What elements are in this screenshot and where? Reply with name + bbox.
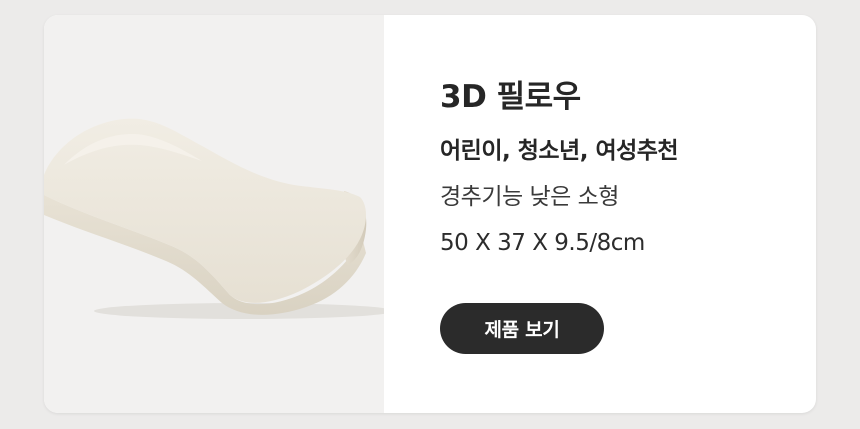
- product-description: 경추기능 낮은 소형: [440, 184, 619, 210]
- recommended-for: 어린이, 청소년, 여성추천: [440, 138, 679, 164]
- product-info: 3D 필로우 어린이, 청소년, 여성추천 경추기능 낮은 소형 50 X 37…: [384, 15, 816, 413]
- product-dimensions: 50 X 37 X 9.5/8cm: [440, 230, 645, 256]
- product-title: 3D 필로우: [440, 79, 581, 115]
- product-image-panel: [44, 15, 384, 413]
- page-background: 3D 필로우 어린이, 청소년, 여성추천 경추기능 낮은 소형 50 X 37…: [0, 0, 860, 429]
- view-product-button[interactable]: 제품 보기: [440, 303, 604, 354]
- product-card: 3D 필로우 어린이, 청소년, 여성추천 경추기능 낮은 소형 50 X 37…: [44, 15, 816, 413]
- pillow-image: [44, 118, 384, 319]
